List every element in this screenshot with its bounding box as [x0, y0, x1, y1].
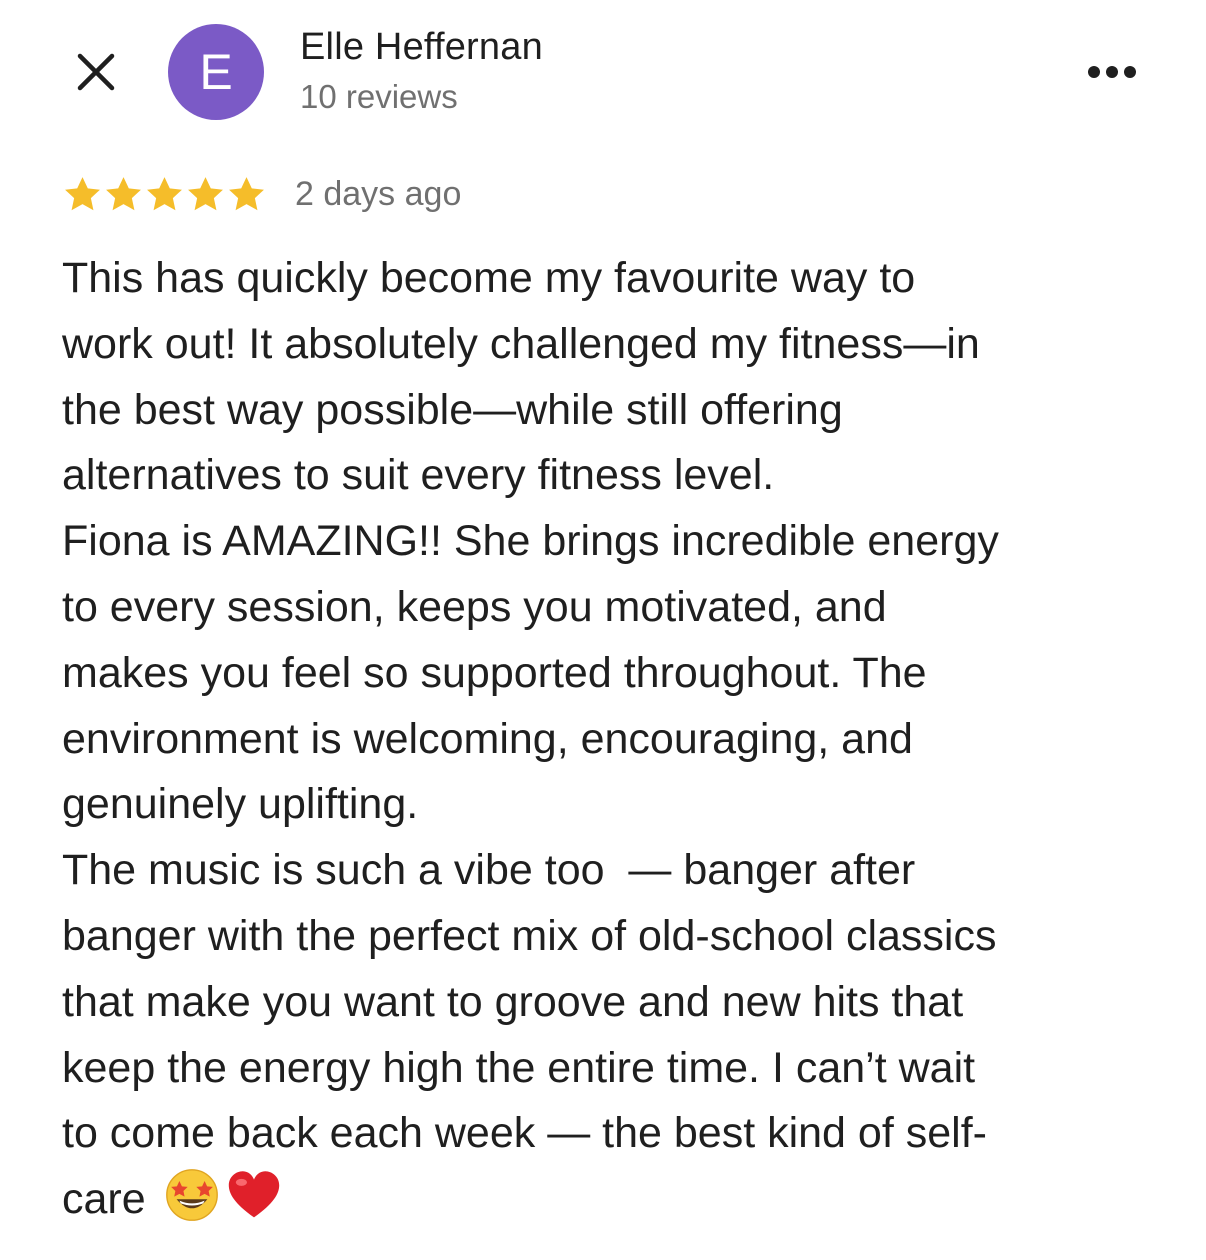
review-header: E Elle Heffernan 10 reviews [0, 0, 1206, 140]
more-horizontal-icon [1088, 66, 1136, 78]
star-rating [62, 174, 267, 215]
review-line: The music is such a vibe too — banger af… [62, 846, 916, 895]
review-line: makes you feel so supported throughout. … [62, 648, 927, 697]
star-icon [106, 176, 141, 210]
review-line: environment is welcoming, encouraging, a… [62, 714, 913, 763]
review-line: that make you want to groove and new hit… [62, 977, 964, 1026]
star-icon [65, 176, 100, 210]
rating-row: 2 days ago [62, 172, 461, 216]
avatar-letter: E [199, 44, 233, 100]
review-line: banger with the perfect mix of old-schoo… [62, 911, 997, 960]
review-line: the best way possible—while still offeri… [62, 385, 843, 434]
review-line: to every session, keeps you motivated, a… [62, 582, 887, 631]
review-line: work out! It absolutely challenged my fi… [62, 319, 980, 368]
review-line: keep the energy high the entire time. I … [62, 1043, 976, 1092]
star-icon [188, 176, 223, 210]
star-struck-emoji-icon [165, 1169, 218, 1222]
reviews-count: 10 reviews [300, 78, 458, 115]
close-icon [77, 53, 115, 91]
review-line: alternatives to suit every fitness level… [62, 451, 775, 500]
review-line: genuinely uplifting. [62, 780, 419, 829]
review-line: to come back each week — the best kind o… [62, 1109, 987, 1158]
star-icon [229, 176, 264, 210]
star-icon [147, 176, 182, 210]
review-text: This has quickly become my favourite way… [62, 246, 1172, 1233]
review-date: 2 days ago [295, 174, 462, 213]
avatar[interactable]: E [168, 24, 264, 120]
close-button[interactable] [64, 40, 128, 104]
review-line: care [62, 1167, 1172, 1233]
review-line: This has quickly become my favourite way… [62, 254, 916, 302]
red-heart-emoji-icon [228, 1171, 279, 1218]
reviewer-name[interactable]: Elle Heffernan [300, 26, 543, 69]
review-line: Fiona is AMAZING!! She brings incredible… [62, 517, 999, 566]
more-options-button[interactable] [1080, 50, 1144, 94]
